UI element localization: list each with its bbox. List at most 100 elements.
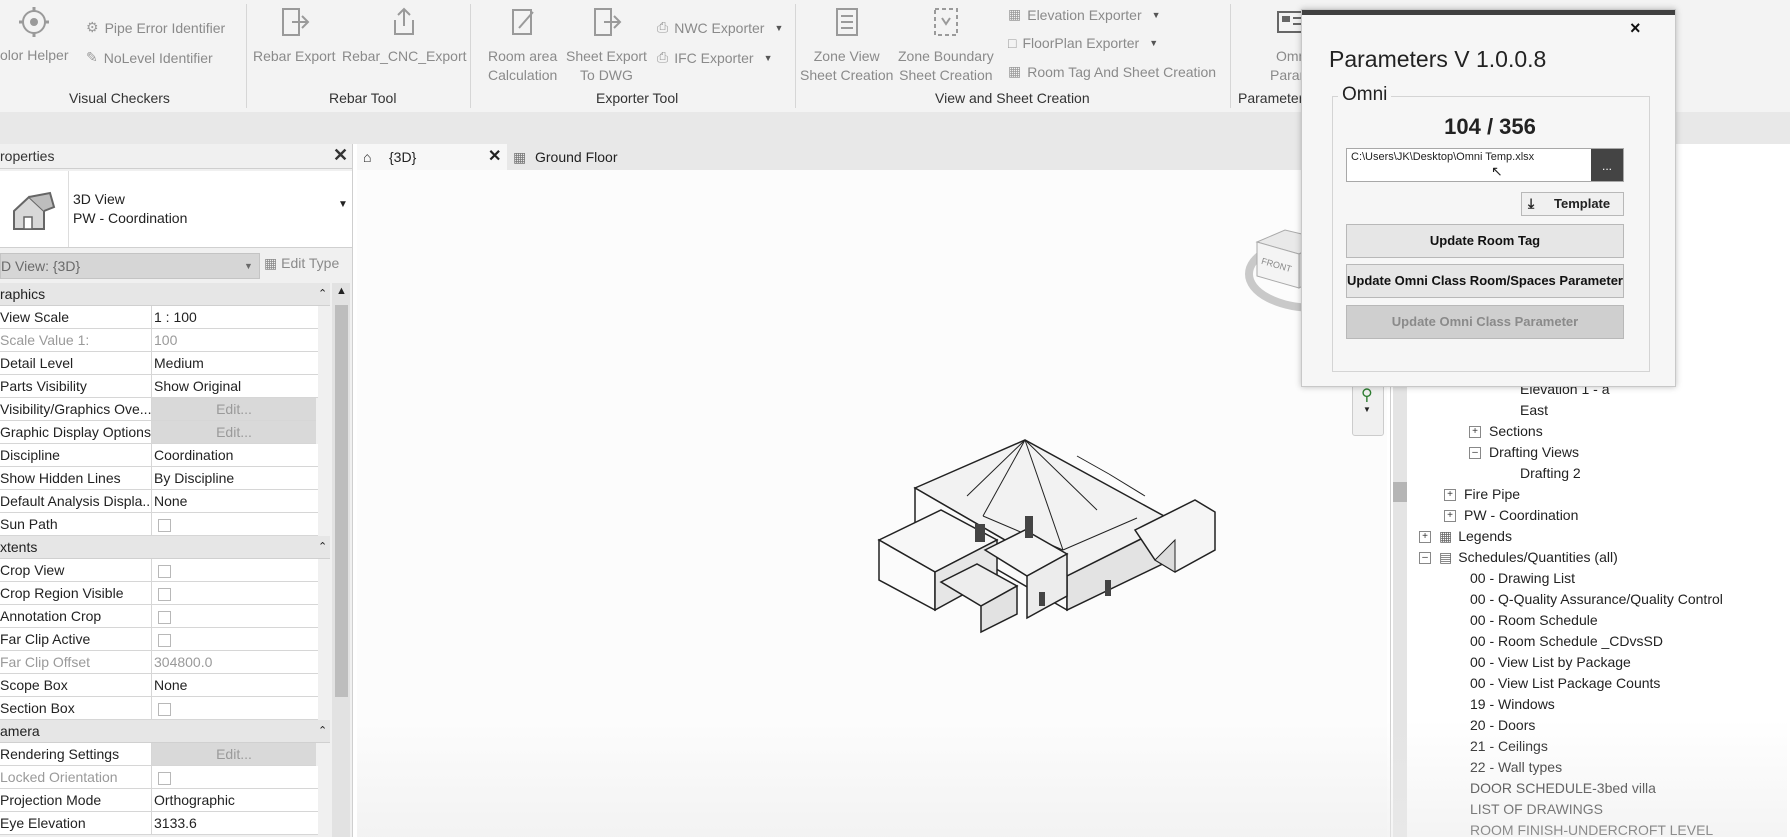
scrollbar-thumb[interactable]: [1393, 482, 1407, 502]
property-row[interactable]: Sun Path: [0, 513, 318, 536]
tab-3d[interactable]: ⌂ {3D} ✕: [357, 144, 507, 170]
collapse-icon[interactable]: ⌃: [318, 536, 327, 558]
browse-button[interactable]: ...: [1591, 149, 1623, 181]
collapse-icon[interactable]: –: [1469, 447, 1481, 460]
file-path-field[interactable]: C:\Users\JK\Desktop\Omni Temp.xlsx ...: [1346, 148, 1624, 182]
tree-node-sections[interactable]: + Sections: [1469, 423, 1543, 439]
update-room-spaces-button[interactable]: Update Omni Class Room/Spaces Parameter: [1346, 264, 1624, 298]
tree-node-fire-pipe[interactable]: + Fire Pipe: [1444, 486, 1520, 502]
close-icon[interactable]: ✕: [488, 144, 501, 170]
property-value[interactable]: [152, 605, 318, 628]
property-value[interactable]: 3133.6: [152, 812, 318, 835]
property-row[interactable]: Default Analysis Displa... None: [0, 490, 318, 513]
close-icon[interactable]: ✕: [333, 145, 348, 166]
tree-item[interactable]: 00 - Drawing List: [1470, 570, 1575, 586]
property-value[interactable]: 1 : 100: [152, 306, 318, 329]
property-row[interactable]: Crop Region Visible: [0, 582, 318, 605]
elevation-exporter-button[interactable]: ▦ Elevation Exporter ▼: [1008, 6, 1161, 23]
view-instance-selector[interactable]: D View: {3D} ▼: [0, 253, 260, 279]
section-camera[interactable]: amera ⌃: [0, 720, 330, 743]
checkbox[interactable]: [158, 610, 171, 624]
property-value[interactable]: [152, 628, 318, 651]
edit-type-button[interactable]: ▦ Edit Type: [264, 255, 339, 272]
property-row[interactable]: Rendering Settings Edit...: [0, 743, 318, 766]
chevron-down-icon[interactable]: ▼: [338, 199, 348, 210]
tree-item[interactable]: 00 - Room Schedule _CDvsSD: [1470, 633, 1663, 649]
nwc-exporter-button[interactable]: ⎙ NWC Exporter ▼: [657, 19, 783, 36]
edit-button[interactable]: Edit...: [152, 743, 316, 766]
property-row[interactable]: Section Box: [0, 697, 318, 720]
property-row[interactable]: Crop View: [0, 559, 318, 582]
property-value[interactable]: [152, 697, 318, 720]
rebar-cnc-button[interactable]: Rebar_CNC_Export: [342, 6, 467, 66]
update-room-tag-button[interactable]: Update Room Tag: [1346, 224, 1624, 258]
tree-item[interactable]: 21 - Ceilings: [1470, 738, 1548, 754]
tree-item[interactable]: East: [1520, 402, 1548, 418]
tree-item[interactable]: 19 - Windows: [1470, 696, 1555, 712]
tree-item[interactable]: 00 - View List by Package: [1470, 654, 1631, 670]
property-row[interactable]: Eye Elevation 3133.6: [0, 812, 318, 835]
property-value[interactable]: Medium: [152, 352, 318, 375]
property-value[interactable]: [152, 582, 318, 605]
property-row[interactable]: Scope Box None: [0, 674, 318, 697]
expand-icon[interactable]: +: [1469, 426, 1481, 439]
pipe-error-button[interactable]: ⚙ Pipe Error Identifier: [86, 19, 225, 36]
tree-node-schedules[interactable]: – ▤ Schedules/Quantities (all): [1419, 549, 1618, 566]
property-value[interactable]: Orthographic: [152, 789, 318, 812]
expand-icon[interactable]: +: [1419, 531, 1431, 544]
edit-button[interactable]: Edit...: [152, 421, 316, 444]
property-value[interactable]: Coordination: [152, 444, 318, 467]
property-row[interactable]: Projection Mode Orthographic: [0, 789, 318, 812]
property-value[interactable]: By Discipline: [152, 467, 318, 490]
room-area-button[interactable]: Room area Calculation: [488, 6, 557, 85]
property-row[interactable]: Detail Level Medium: [0, 352, 318, 375]
property-value[interactable]: [152, 513, 318, 536]
scrollbar[interactable]: ▲: [332, 283, 350, 837]
tree-item[interactable]: 00 - View List Package Counts: [1470, 675, 1660, 691]
collapse-icon[interactable]: ⌃: [318, 283, 327, 305]
tree-item[interactable]: 00 - Room Schedule: [1470, 612, 1598, 628]
tree-item[interactable]: ROOM FINISH-UNDERCROFT LEVEL: [1470, 822, 1713, 838]
property-value[interactable]: Show Original: [152, 375, 318, 398]
property-value[interactable]: [152, 559, 318, 582]
property-row[interactable]: Show Hidden Lines By Discipline: [0, 467, 318, 490]
property-row[interactable]: Annotation Crop: [0, 605, 318, 628]
close-icon[interactable]: ×: [1630, 18, 1641, 39]
sheet-export-button[interactable]: Sheet Export To DWG: [566, 6, 647, 85]
zone-boundary-button[interactable]: Zone Boundary Sheet Creation: [898, 6, 994, 85]
property-row[interactable]: Graphic Display Options Edit...: [0, 421, 318, 444]
property-value[interactable]: None: [152, 674, 318, 697]
zone-view-button[interactable]: Zone View Sheet Creation: [800, 6, 893, 85]
scrollbar-thumb[interactable]: [335, 305, 348, 697]
section-extents[interactable]: xtents ⌃: [0, 536, 330, 559]
tree-item[interactable]: DOOR SCHEDULE-3bed villa: [1470, 780, 1656, 796]
floorplan-exporter-button[interactable]: □ FloorPlan Exporter ▼: [1008, 35, 1158, 51]
expand-icon[interactable]: +: [1444, 489, 1456, 502]
section-graphics[interactable]: raphics ⌃: [0, 283, 330, 306]
3d-viewport[interactable]: FRONT ⚲ ▼: [357, 170, 1387, 837]
tree-node-legends[interactable]: + ▦ Legends: [1419, 528, 1512, 545]
tree-item[interactable]: 20 - Doors: [1470, 717, 1535, 733]
property-row[interactable]: Visibility/Graphics Ove... Edit...: [0, 398, 318, 421]
zoom-icon[interactable]: ⚲: [1361, 385, 1373, 405]
tree-item[interactable]: LIST OF DRAWINGS: [1470, 801, 1603, 817]
tab-ground-floor[interactable]: ▦ Ground Floor: [509, 144, 769, 170]
type-selector[interactable]: 3D View PW - Coordination ▼: [0, 171, 352, 248]
scroll-up-icon[interactable]: ▲: [336, 285, 347, 297]
property-row[interactable]: Parts Visibility Show Original: [0, 375, 318, 398]
checkbox[interactable]: [158, 518, 171, 532]
nolevel-button[interactable]: ✎ NoLevel Identifier: [86, 49, 213, 66]
expand-icon[interactable]: +: [1444, 510, 1456, 523]
property-row[interactable]: Far Clip Active: [0, 628, 318, 651]
chevron-down-icon[interactable]: ▼: [1363, 405, 1371, 414]
tree-node-drafting-views[interactable]: – Drafting Views: [1469, 444, 1579, 460]
checkbox[interactable]: [158, 564, 171, 578]
ifc-exporter-button[interactable]: ⎙ IFC Exporter ▼: [657, 49, 772, 66]
checkbox[interactable]: [158, 633, 171, 647]
color-helper-button[interactable]: olor Helper: [0, 46, 68, 65]
property-row[interactable]: Discipline Coordination: [0, 444, 318, 467]
template-button[interactable]: ⤓ Template: [1521, 192, 1624, 216]
property-value[interactable]: None: [152, 490, 318, 513]
property-row[interactable]: View Scale 1 : 100: [0, 306, 318, 329]
edit-button[interactable]: Edit...: [152, 398, 316, 421]
